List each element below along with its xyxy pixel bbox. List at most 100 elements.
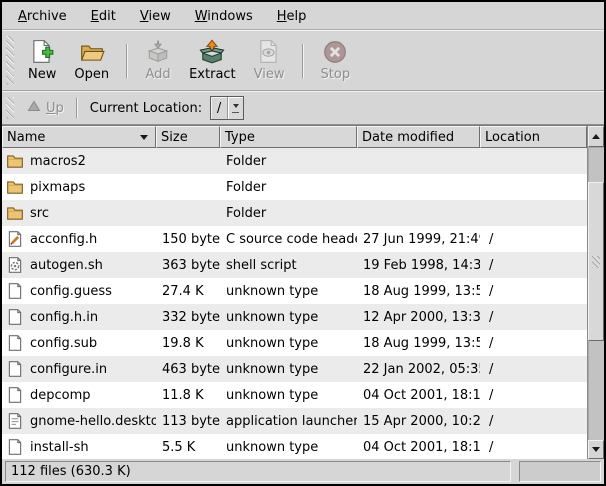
menu-edit[interactable]: Edit [79,4,128,29]
statusbar: 112 files (630.3 K) [2,459,604,484]
table-row[interactable]: config.guess 27.4 K unknown type 18 Aug … [2,278,587,304]
menubar: Archive Edit View Windows Help [2,2,604,30]
file-name: acconfig.h [30,232,97,247]
file-type: unknown type [220,284,357,299]
table-row[interactable]: src Folder [2,200,587,226]
file-size: 19.8 K [156,336,220,351]
table-row[interactable]: depcomp 11.8 K unknown type 04 Oct 2001,… [2,382,587,408]
table-row[interactable]: install-sh 5.5 K unknown type 04 Oct 200… [2,434,587,459]
file-location: / [480,336,587,351]
add-button-label: Add [146,67,171,82]
file-size: 332 bytes [156,310,220,325]
new-archive-icon [29,39,55,65]
scrollbar-down-button[interactable] [588,440,604,459]
chevron-down-icon [233,104,239,111]
toolbar: New Open Add Extract View Stop [2,30,604,91]
table-row[interactable]: config.h.in 332 bytes unknown type 12 Ap… [2,304,587,330]
view-button-label: View [254,67,285,82]
view-button[interactable]: View [245,37,294,84]
file-type: unknown type [220,310,357,325]
file-type-icon [6,438,24,456]
file-type-icon [6,256,24,274]
file-type-icon [6,282,24,300]
stop-button-label: Stop [321,67,351,82]
file-location: / [480,258,587,273]
up-icon [27,99,41,117]
file-table: Name Size Type Date modified Location [2,126,587,459]
progress-area [519,461,601,482]
location-bar-separator [76,98,78,118]
file-type: unknown type [220,336,357,351]
file-name: pixmaps [30,180,85,195]
table-row[interactable]: macros2 Folder [2,148,587,174]
file-size: 113 bytes [156,414,220,429]
up-button[interactable]: Up [19,96,72,120]
table-header: Name Size Type Date modified Location [2,126,587,148]
column-header-location[interactable]: Location [480,126,587,148]
file-date-modified: 04 Oct 2001, 18:12 [357,440,480,455]
table-row[interactable]: configure.in 463 bytes unknown type 22 J… [2,356,587,382]
file-date-modified: 12 Apr 2000, 13:36 [357,310,480,325]
arrow-up-icon [592,130,600,139]
up-button-label: Up [46,101,64,116]
location-combobox[interactable]: / [210,96,244,120]
file-count-status: 112 files (630.3 K) [5,461,511,482]
file-date-modified: 19 Feb 1998, 14:31 [357,258,480,273]
scrollbar-up-button[interactable] [588,126,604,147]
open-button[interactable]: Open [65,37,118,84]
new-button-label: New [28,67,56,82]
file-type-icon [6,334,24,352]
table-row[interactable]: config.sub 19.8 K unknown type 18 Aug 19… [2,330,587,356]
file-date-modified: 22 Jan 2002, 05:35 [357,362,480,377]
table-row[interactable]: acconfig.h 150 bytes C source code heade… [2,226,587,252]
location-combobox-arrow[interactable] [227,97,243,119]
column-header-name[interactable]: Name [2,126,156,148]
file-type: unknown type [220,388,357,403]
column-header-size[interactable]: Size [156,126,220,148]
open-archive-icon [79,39,105,65]
file-list-area: Name Size Type Date modified Location [2,125,604,459]
scrollbar-trough[interactable] [588,147,604,440]
extract-button-label: Extract [189,67,236,82]
extract-icon [199,39,225,65]
extract-button[interactable]: Extract [180,37,245,84]
file-date-modified: 04 Oct 2001, 18:12 [357,388,480,403]
scrollbar-thumb[interactable] [588,182,604,341]
file-type-icon [6,204,24,222]
add-button[interactable]: Add [136,37,180,84]
location-bar-grip[interactable] [6,97,14,119]
toolbar-separator [302,44,304,78]
archive-manager-window: Archive Edit View Windows Help New Open … [0,0,606,486]
menu-archive[interactable]: Archive [6,4,79,29]
file-location: / [480,388,587,403]
file-date-modified: 27 Jun 1999, 21:49 [357,232,480,247]
file-type: Folder [220,154,357,169]
file-name: config.guess [30,284,112,299]
file-type: unknown type [220,440,357,455]
column-header-date-modified[interactable]: Date modified [357,126,480,148]
file-name: config.h.in [30,310,98,325]
file-name: macros2 [30,154,86,169]
file-location: / [480,310,587,325]
table-row[interactable]: pixmaps Folder [2,174,587,200]
menu-help[interactable]: Help [265,4,319,29]
toolbar-grip[interactable] [6,36,14,85]
menu-view[interactable]: View [128,4,183,29]
file-name: src [30,206,49,221]
file-location: / [480,232,587,247]
file-date-modified: 18 Aug 1999, 13:53 [357,284,480,299]
stop-icon [322,39,348,65]
file-date-modified: 18 Aug 1999, 13:53 [357,336,480,351]
file-name: install-sh [30,440,89,455]
table-row[interactable]: gnome-hello.desktop 113 bytes applicatio… [2,408,587,434]
sort-descending-icon [140,135,148,140]
stop-button[interactable]: Stop [312,37,360,84]
column-header-type[interactable]: Type [220,126,357,148]
toolbar-separator [126,44,128,78]
add-files-icon [145,39,171,65]
menu-windows[interactable]: Windows [183,4,265,29]
file-location: / [480,284,587,299]
new-button[interactable]: New [19,37,65,84]
file-name: config.sub [30,336,97,351]
table-row[interactable]: autogen.sh 363 bytes shell script 19 Feb… [2,252,587,278]
